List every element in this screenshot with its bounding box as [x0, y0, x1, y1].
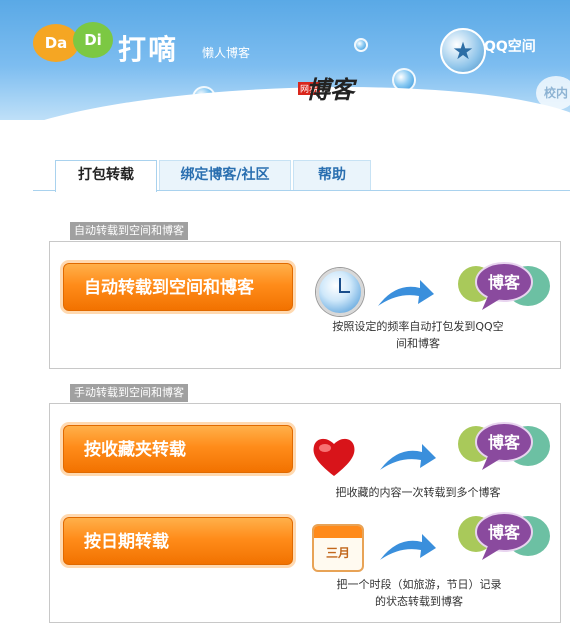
blog-bubbles-icon: 博客	[458, 422, 550, 470]
date-desc-line1: 把一个时段（如旅游，节日）记录	[336, 578, 502, 591]
app-subtitle: 懒人博客	[202, 46, 251, 60]
date-repost-description: 把一个时段（如旅游，节日）记录 的状态转载到博客	[314, 576, 524, 610]
auto-desc-line2: 间和博客	[396, 337, 440, 350]
favorites-repost-description: 把收藏的内容一次转载到多个博客	[318, 484, 518, 501]
blog-bubbles-icon: 博客	[458, 512, 550, 560]
auto-desc-line1: 按照设定的频率自动打包发到QQ空	[332, 320, 504, 333]
blog-calligraphy: 博客	[306, 75, 354, 104]
netease-blog-logo[interactable]: 网易 博客	[298, 70, 358, 104]
arrow-right-icon	[378, 280, 434, 306]
tab-help[interactable]: 帮助	[293, 160, 371, 190]
qzone-logo[interactable]: ★ QQ空间	[440, 28, 570, 78]
section-label-auto: 自动转载到空间和博客	[70, 222, 188, 240]
heart-icon	[313, 438, 355, 476]
calendar-month: 三月	[325, 546, 350, 560]
qzone-label: QQ空间	[484, 39, 536, 55]
star-icon: ★	[440, 28, 486, 74]
arrow-right-icon	[380, 444, 436, 470]
auto-repost-description: 按照设定的频率自动打包发到QQ空 间和博客	[318, 318, 518, 352]
blog-bubble-label: 博客	[488, 273, 521, 292]
header-wave	[0, 77, 570, 120]
header-banner: Da Di 打嘀 懒人博客 网易 博客 ★ QQ空间 校内	[0, 0, 570, 120]
auto-repost-button[interactable]: 自动转载到空间和博客	[63, 263, 293, 311]
tab-bar: 打包转载 绑定博客/社区 帮助	[33, 160, 570, 192]
tab-pack-repost[interactable]: 打包转载	[55, 160, 157, 192]
logo-da: Da	[33, 24, 79, 62]
blog-bubble-label: 博客	[488, 433, 521, 452]
date-repost-button[interactable]: 按日期转载	[63, 517, 293, 565]
blog-bubbles-icon: 博客	[458, 262, 550, 310]
xiaonei-logo[interactable]: 校内	[536, 76, 570, 110]
favorites-desc-line1: 把收藏的内容一次转载到多个博客	[335, 486, 501, 499]
tab-bind-blogs[interactable]: 绑定博客/社区	[159, 160, 291, 190]
arrow-right-icon	[380, 534, 436, 560]
calendar-icon: 三月	[312, 524, 364, 572]
app-title: 打嘀	[118, 33, 179, 66]
clock-icon	[316, 268, 364, 316]
date-desc-line2: 的状态转载到博客	[375, 595, 463, 608]
blog-bubble-label: 博客	[488, 523, 521, 542]
decor-bubble	[354, 38, 368, 52]
logo-di: Di	[73, 22, 113, 58]
dadi-logo[interactable]: Da Di	[33, 22, 113, 78]
section-label-manual: 手动转载到空间和博客	[70, 384, 188, 402]
favorites-repost-button[interactable]: 按收藏夹转载	[63, 425, 293, 473]
